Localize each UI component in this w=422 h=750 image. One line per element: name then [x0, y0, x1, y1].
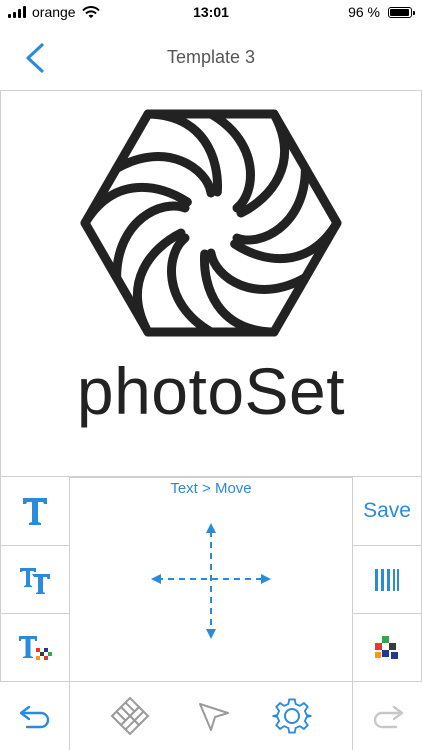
barcode-icon	[375, 568, 399, 591]
editor-panel: Text > Move Save	[0, 476, 422, 750]
move-control-area: Text > Move	[69, 476, 353, 682]
page-title: Template 3	[166, 47, 256, 67]
mode-label: Text > Move	[170, 480, 252, 497]
color-palette-button[interactable]	[352, 613, 422, 682]
grid-pattern-icon	[110, 696, 150, 736]
nav-bar: Template 3	[0, 26, 422, 88]
undo-icon	[19, 705, 49, 729]
battery-icon	[388, 6, 415, 18]
redo-button[interactable]	[352, 682, 422, 750]
text-color-icon	[19, 635, 52, 660]
select-button[interactable]	[184, 682, 244, 750]
aperture-hexagon-icon	[77, 107, 345, 339]
text-size-icon	[20, 567, 50, 594]
brand-text[interactable]: photoSet	[1, 353, 421, 429]
redo-icon	[373, 705, 403, 729]
undo-button[interactable]	[0, 682, 70, 750]
status-bar: orange 13:01 96 %	[0, 0, 422, 26]
move-arrows-icon[interactable]	[151, 521, 271, 641]
battery-percent: 96 %	[348, 4, 380, 20]
select-pointer-icon	[199, 703, 229, 731]
save-button[interactable]: Save	[352, 476, 422, 546]
settings-gear-icon	[272, 698, 312, 734]
save-label: Save	[363, 499, 411, 522]
pattern-button[interactable]	[100, 682, 160, 750]
bottom-toolbar	[0, 682, 422, 750]
settings-button[interactable]	[262, 682, 322, 750]
text-icon	[23, 498, 47, 525]
template-canvas[interactable]: photoSet	[0, 90, 422, 478]
text-size-button[interactable]	[0, 545, 70, 614]
barcode-button[interactable]	[352, 545, 422, 614]
color-palette-icon	[375, 635, 398, 659]
status-right: 96 %	[348, 4, 415, 20]
text-tool-button[interactable]	[0, 476, 70, 546]
text-color-button[interactable]	[0, 613, 70, 682]
